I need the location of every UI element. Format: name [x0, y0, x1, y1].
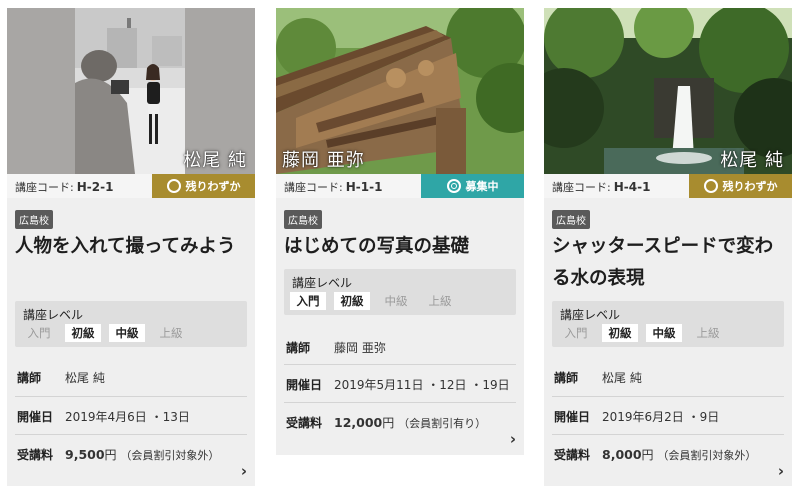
level-elementary: 初級	[65, 324, 101, 342]
circle-icon	[703, 179, 718, 193]
course-level-box: 講座レベル 入門 初級 中級 上級	[15, 301, 247, 347]
teacher-name-overlay: 松尾 純	[183, 150, 247, 171]
course-code-value: H-4-1	[613, 180, 651, 194]
course-code-label: 講座コード:	[552, 181, 611, 194]
course-level-box: 講座レベル 入門 初級 中級 上級	[552, 301, 784, 347]
fee-row: 受講料 8,000円 （会員割引対象外）	[552, 434, 784, 470]
course-card-h-2-1[interactable]: 松尾 純 講座コード: H-2-1 残りわずか 広島校 人物を入れて撮ってみよう …	[7, 8, 255, 486]
fee-unit: 円	[641, 448, 654, 462]
instructor-label: 講師	[286, 341, 311, 355]
status-text: 残りわずか	[722, 180, 778, 193]
course-code-row: 講座コード: H-4-1 残りわずか	[544, 174, 792, 198]
course-code-value: H-2-1	[76, 180, 114, 194]
circle-icon	[166, 179, 181, 193]
date-row: 開催日 2019年4月6日 ・13日	[15, 396, 247, 432]
instructor-row: 講師 松尾 純	[15, 357, 247, 393]
school-badge: 広島校	[552, 210, 590, 229]
fee-amount: 12,000	[334, 415, 383, 430]
status-badge: 残りわずか	[152, 174, 255, 198]
teacher-name-overlay: 松尾 純	[720, 150, 784, 171]
level-elementary: 初級	[334, 292, 370, 310]
date-value: 2019年5月11日 ・12日 ・19日	[334, 378, 510, 392]
course-level-box: 講座レベル 入門 初級 中級 上級	[284, 269, 516, 315]
instructor-row: 講師 藤岡 亜弥	[284, 327, 516, 363]
instructor-value: 藤岡 亜弥	[334, 341, 386, 355]
status-badge: 募集中	[421, 174, 524, 198]
fee-label: 受講料	[554, 448, 591, 462]
school-badge: 広島校	[15, 210, 53, 229]
level-advanced: 上級	[428, 294, 452, 308]
level-beginner: 入門	[27, 326, 51, 340]
course-photo: 松尾 純	[544, 8, 792, 174]
fee-row: 受講料 9,500円 （会員割引対象外）	[15, 434, 247, 470]
course-level-label: 講座レベル	[23, 308, 84, 322]
date-row: 開催日 2019年6月2日 ・9日	[552, 396, 784, 432]
instructor-value: 松尾 純	[602, 371, 642, 385]
double-circle-icon	[446, 179, 461, 193]
level-intermediate: 中級	[646, 324, 682, 342]
fee-note: （会員割引対象外）	[120, 449, 220, 462]
level-advanced: 上級	[696, 326, 720, 340]
level-intermediate: 中級	[109, 324, 145, 342]
fee-label: 受講料	[17, 448, 54, 462]
course-code-row: 講座コード: H-1-1 募集中	[276, 174, 524, 198]
date-value: 2019年4月6日 ・13日	[65, 410, 190, 424]
course-level-label: 講座レベル	[292, 276, 353, 290]
chevron-right-icon[interactable]: ›	[510, 430, 516, 448]
fee-unit: 円	[104, 448, 117, 462]
chevron-right-icon[interactable]: ›	[241, 462, 247, 480]
course-title[interactable]: 人物を入れて撮ってみよう	[15, 231, 251, 263]
course-title[interactable]: シャッタースピードで変わる水の表現	[552, 231, 788, 295]
status-text: 残りわずか	[185, 180, 241, 193]
course-photo: 藤岡 亜弥	[276, 8, 524, 174]
course-card-h-4-1[interactable]: 松尾 純 講座コード: H-4-1 残りわずか 広島校 シャッタースピードで変わる…	[544, 8, 792, 486]
fee-label: 受講料	[286, 416, 323, 430]
fee-amount: 8,000	[602, 447, 642, 462]
course-code-label: 講座コード:	[284, 181, 343, 194]
date-label: 開催日	[554, 410, 591, 424]
fee-value: 9,500円 （会員割引対象外）	[65, 446, 219, 463]
level-intermediate: 中級	[384, 294, 408, 308]
course-code-value: H-1-1	[345, 180, 383, 194]
status-badge: 残りわずか	[689, 174, 792, 198]
fee-note: （会員割引対象外）	[657, 449, 757, 462]
level-beginner: 入門	[564, 326, 588, 340]
date-label: 開催日	[286, 378, 323, 392]
date-row: 開催日 2019年5月11日 ・12日 ・19日	[284, 364, 516, 400]
course-code: 講座コード: H-1-1	[284, 179, 382, 195]
fee-value: 12,000円 （会員割引有り）	[334, 414, 486, 431]
instructor-label: 講師	[554, 371, 579, 385]
date-label: 開催日	[17, 410, 54, 424]
course-code-row: 講座コード: H-2-1 残りわずか	[7, 174, 255, 198]
course-level-label: 講座レベル	[560, 308, 621, 322]
fee-row: 受講料 12,000円 （会員割引有り）	[284, 402, 516, 438]
fee-unit: 円	[382, 416, 395, 430]
course-code: 講座コード: H-4-1	[552, 179, 650, 195]
level-beginner: 入門	[290, 292, 326, 310]
course-code-label: 講座コード:	[15, 181, 74, 194]
fee-amount: 9,500	[65, 447, 105, 462]
instructor-row: 講師 松尾 純	[552, 357, 784, 393]
course-photo: 松尾 純	[7, 8, 255, 174]
teacher-name-overlay: 藤岡 亜弥	[282, 150, 365, 171]
instructor-value: 松尾 純	[65, 371, 105, 385]
instructor-label: 講師	[17, 371, 42, 385]
level-elementary: 初級	[602, 324, 638, 342]
status-text: 募集中	[465, 180, 499, 193]
fee-note: （会員割引有り）	[398, 417, 487, 430]
course-card-h-1-1[interactable]: 藤岡 亜弥 講座コード: H-1-1 募集中 広島校 はじめての写真の基礎 講座レ…	[276, 8, 524, 455]
date-value: 2019年6月2日 ・9日	[602, 410, 720, 424]
course-code: 講座コード: H-2-1	[15, 179, 113, 195]
school-badge: 広島校	[284, 210, 322, 229]
level-advanced: 上級	[159, 326, 183, 340]
chevron-right-icon[interactable]: ›	[778, 462, 784, 480]
fee-value: 8,000円 （会員割引対象外）	[602, 446, 756, 463]
course-title[interactable]: はじめての写真の基礎	[284, 231, 520, 263]
